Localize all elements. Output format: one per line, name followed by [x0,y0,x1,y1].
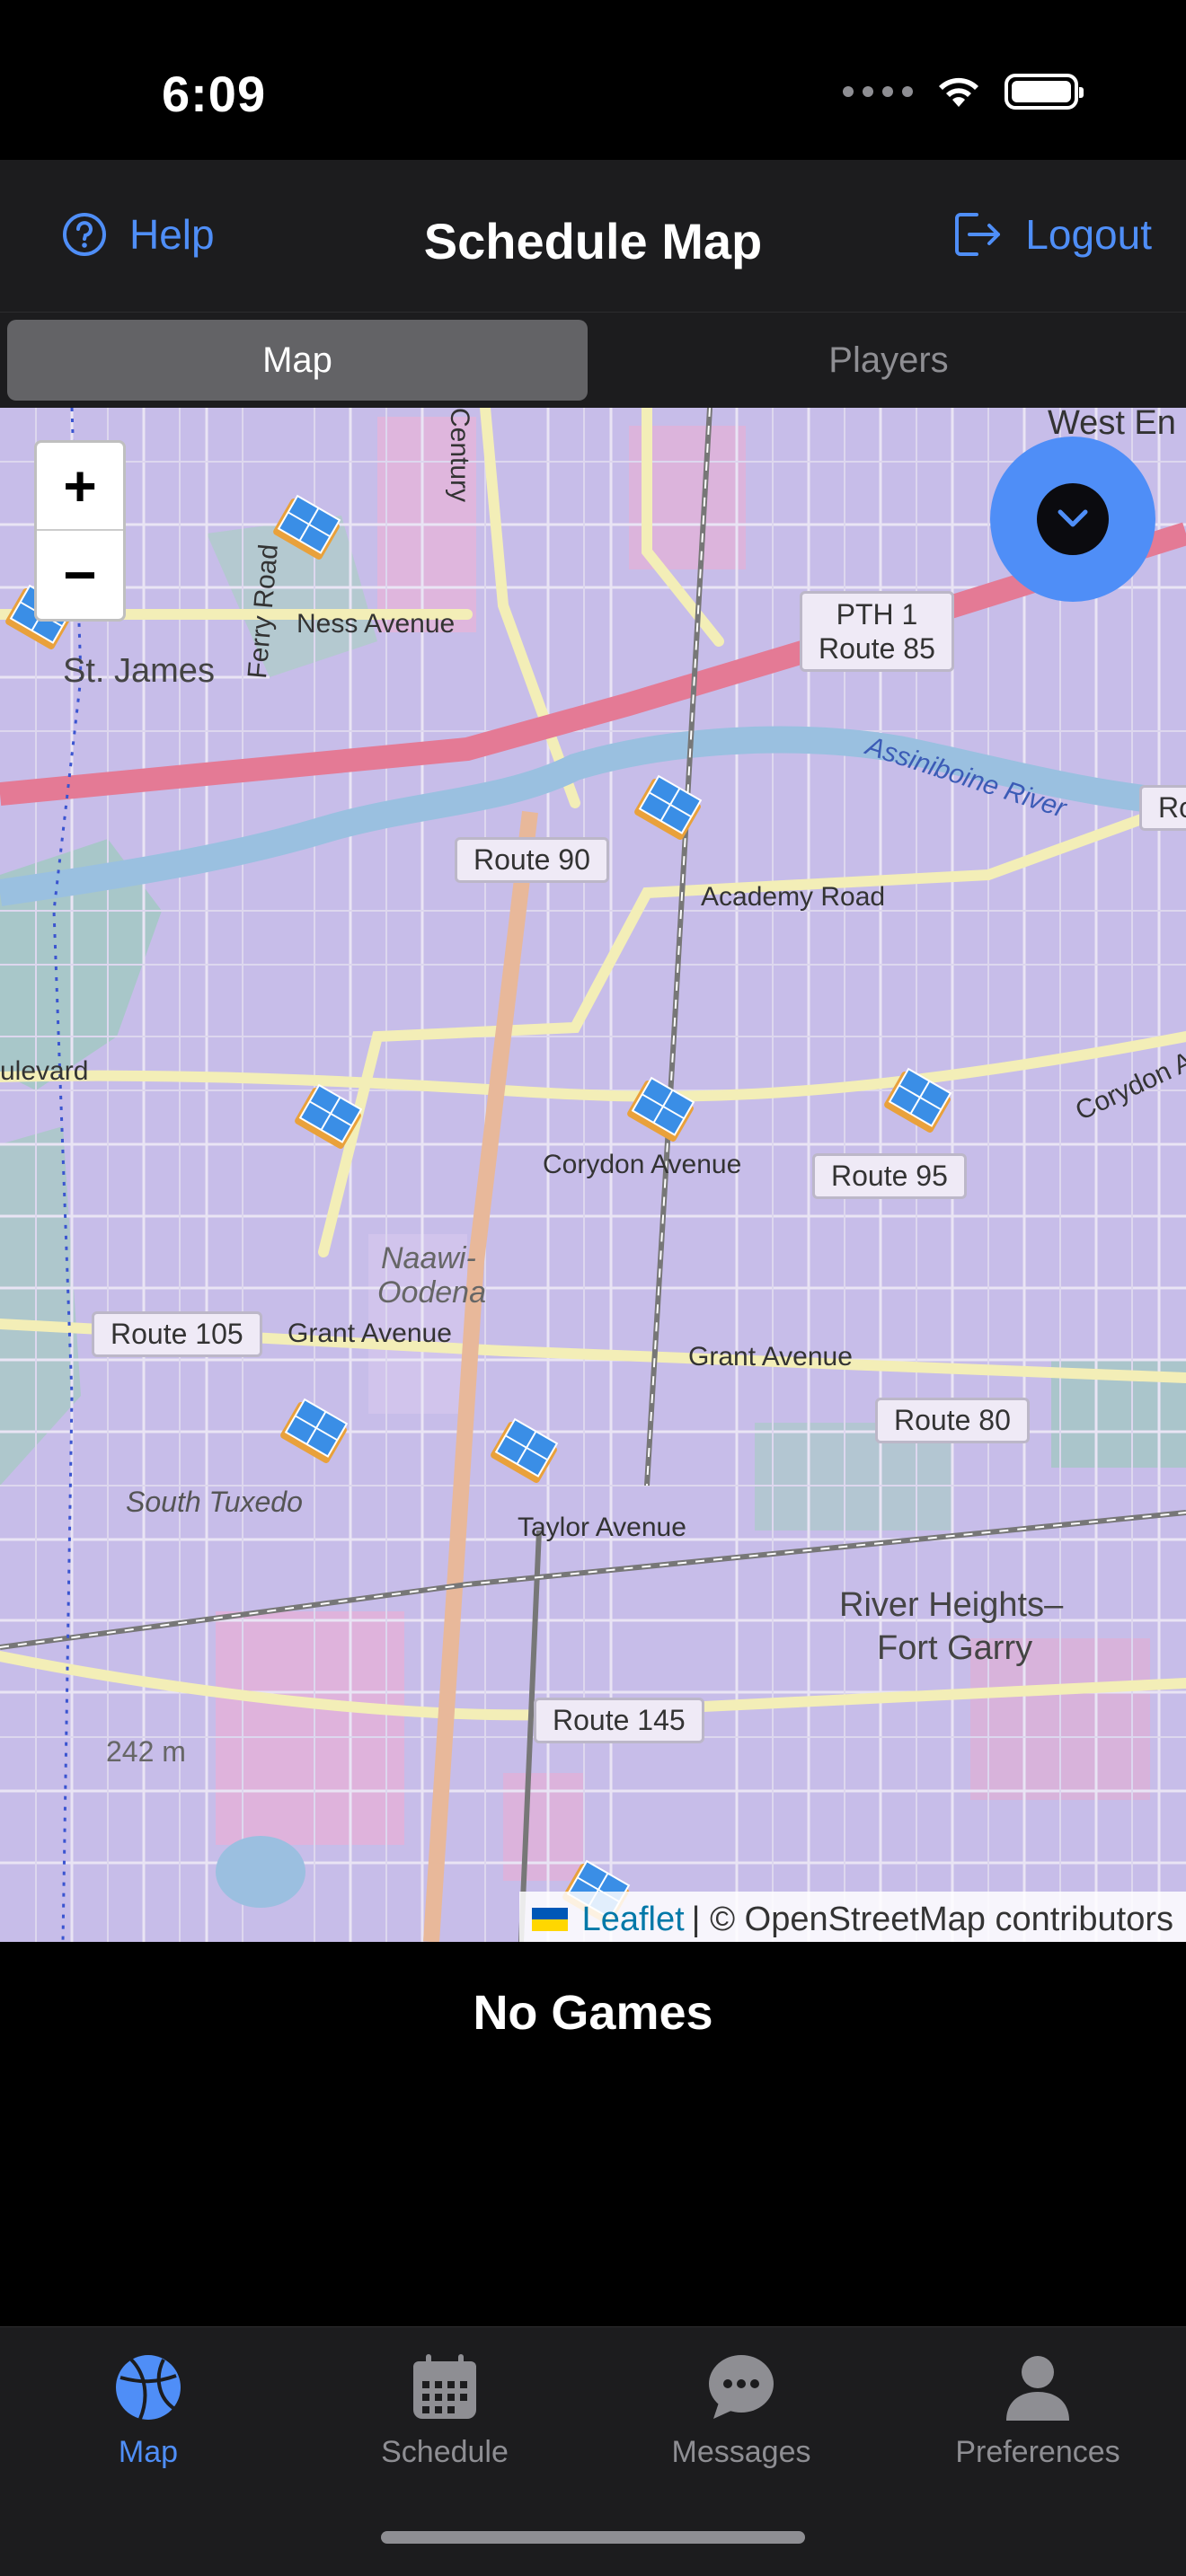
segment-players[interactable]: Players [598,320,1179,401]
tennis-court-icon[interactable] [879,1063,956,1141]
place-river-heights-2: Fort Garry [877,1629,1033,1667]
ukraine-flag-icon [531,1908,568,1931]
tab-messages[interactable]: Messages [593,2340,890,2501]
logout-icon [955,213,1001,256]
status-bar: 6:09 [0,0,1186,160]
battery-icon [1005,74,1084,110]
tennis-court-icon[interactable] [629,771,706,848]
place-naawi-2: Oodena [377,1275,486,1310]
map-label-taylor: Taylor Avenue [518,1513,686,1542]
wifi-icon [939,77,978,107]
signal-dots-icon [843,86,913,97]
shield-pth1-route85: PTH 1 Route 85 [800,591,954,672]
shield-route145: Route 145 [534,1698,704,1743]
calendar-icon [413,2354,476,2419]
map-label-ness: Ness Avenue [296,609,456,639]
shield-route80: Route 80 [875,1398,1030,1443]
map-label-corydon: Corydon Avenue [543,1150,742,1179]
tab-schedule[interactable]: Schedule [296,2340,593,2501]
shield-partial-ro: Ro [1139,785,1186,831]
map-label-century: Century [445,408,474,503]
status-time: 6:09 [162,66,267,122]
zoom-control: + − [34,440,126,622]
shield-route90: Route 90 [455,837,609,883]
map-attribution: Leaflet | © OpenStreetMap contributors [518,1892,1186,1942]
tennis-court-icon[interactable] [622,1072,699,1150]
expand-options-button[interactable] [990,437,1155,602]
place-st-james: St. James [63,652,215,690]
tennis-court-icon[interactable] [275,1394,352,1471]
tab-preferences[interactable]: Preferences [890,2340,1186,2501]
status-icons [843,74,1084,110]
zoom-out-button[interactable]: − [37,531,123,619]
map-label-grant-west: Grant Avenue [288,1319,452,1348]
chat-bubble-icon [709,2355,774,2419]
tab-label: Map [118,2435,179,2469]
leaflet-link[interactable]: Leaflet [582,1901,685,1939]
home-indicator [381,2531,805,2544]
elevation-label: 242 m [106,1735,186,1768]
map-label-grant-east: Grant Avenue [688,1342,853,1372]
shield-pth1: PTH 1 [836,598,918,631]
basketball-icon [116,2355,181,2420]
tennis-court-icon[interactable] [289,1080,367,1157]
shield-route95: Route 95 [812,1153,967,1199]
tab-label: Schedule [381,2435,509,2469]
chevron-down-icon [1037,483,1109,555]
tab-label: Messages [671,2435,811,2469]
map-view[interactable]: Ness Avenue Ferry Road Academy Road Assi… [0,408,1186,1942]
place-naawi-1: Naawi- [381,1241,476,1275]
empty-games-message: No Games [473,1986,713,2040]
shield-route105: Route 105 [92,1311,262,1357]
logout-label: Logout [1025,211,1152,258]
osm-attribution-text: | © OpenStreetMap contributors [691,1900,1173,1938]
tab-label: Preferences [955,2435,1120,2469]
tab-map[interactable]: Map [0,2340,296,2501]
map-label-academy: Academy Road [701,882,886,912]
place-south-tuxedo: South Tuxedo [126,1486,303,1518]
shield-route85: Route 85 [819,632,935,665]
segment-map[interactable]: Map [7,320,588,401]
map-label-boulevard: ulevard [0,1056,89,1086]
person-icon [1006,2356,1069,2421]
tennis-court-icon[interactable] [485,1414,562,1491]
zoom-in-button[interactable]: + [37,443,123,531]
logout-button[interactable]: Logout [953,210,1152,259]
nav-header: Help Schedule Map Logout [0,160,1186,313]
tennis-court-icon[interactable] [268,490,345,568]
place-river-heights-1: River Heights– [839,1586,1064,1624]
view-segmented-control: Map Players [0,313,1186,408]
